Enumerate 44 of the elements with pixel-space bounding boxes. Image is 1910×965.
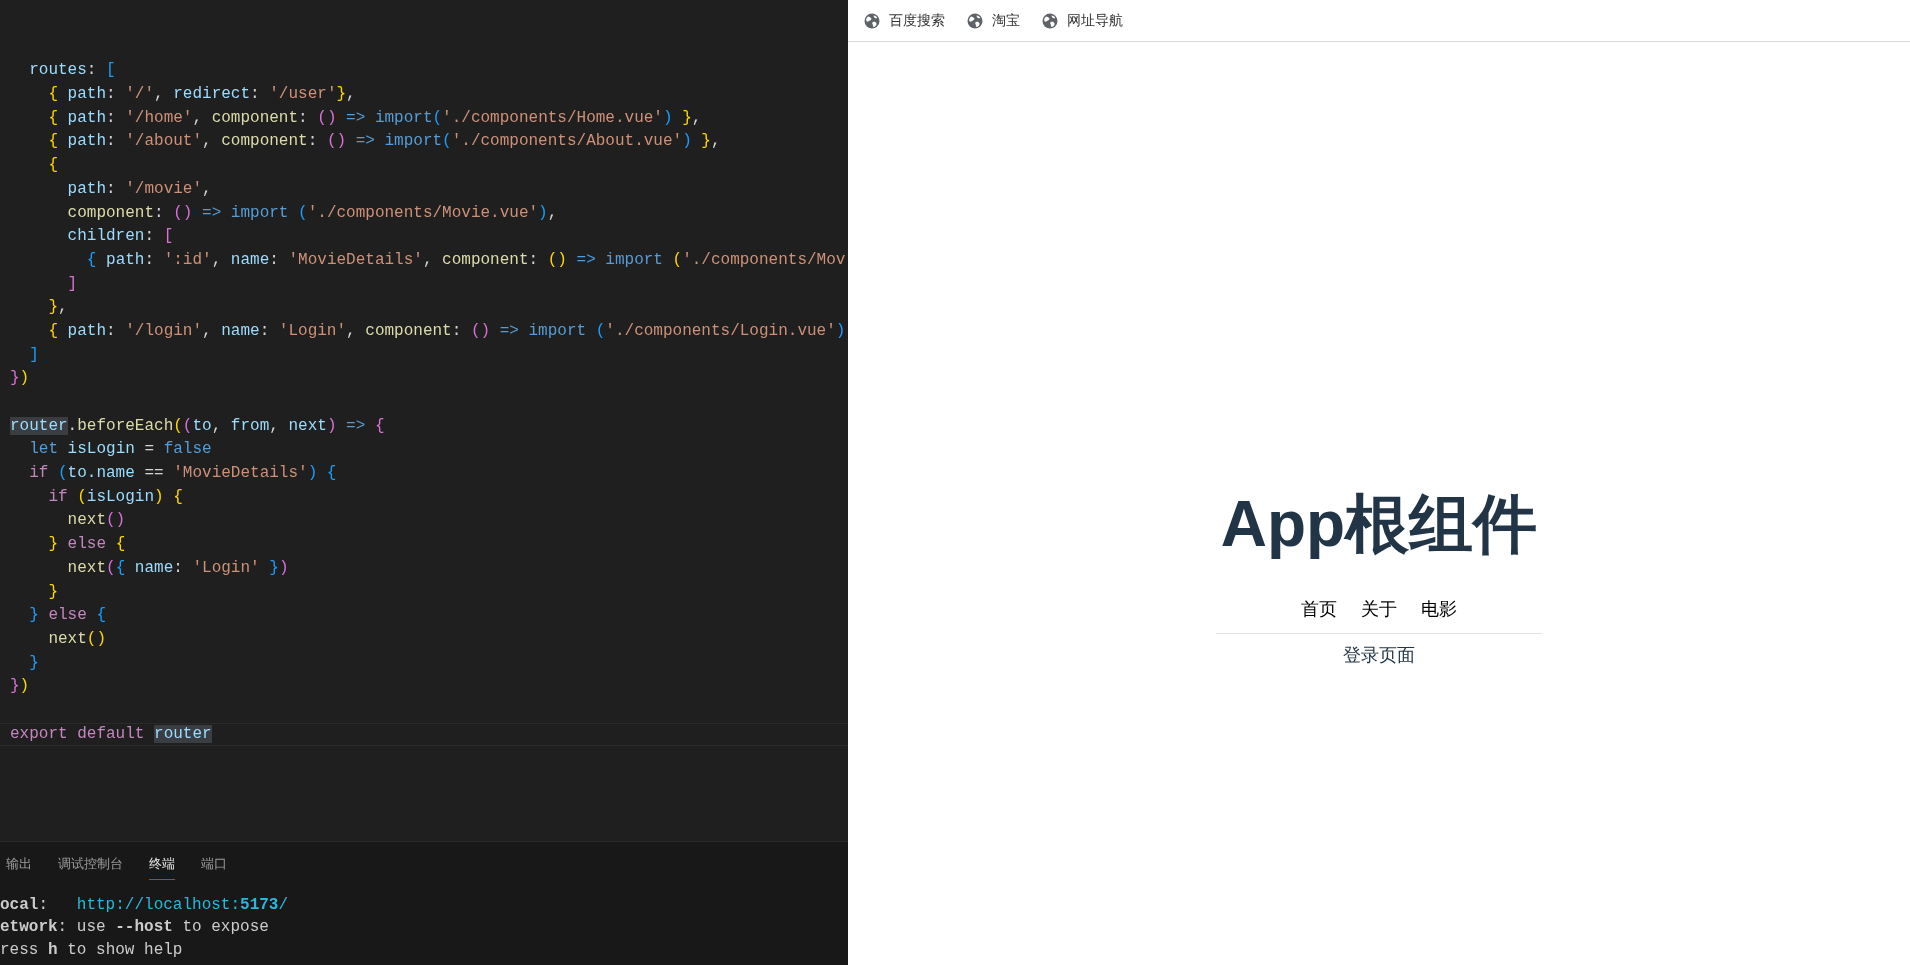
view-text: 登录页面 xyxy=(1343,644,1415,667)
code-line: }) xyxy=(9,368,31,390)
panel-tab[interactable]: 端口 xyxy=(201,852,227,880)
code-line: next() xyxy=(47,628,107,650)
code-line: children: [ xyxy=(66,226,175,248)
code-line: }) xyxy=(9,676,31,698)
code-line: path: '/movie', xyxy=(66,178,213,200)
panel-tab[interactable]: 终端 xyxy=(149,852,175,880)
code-line: if (isLogin) { xyxy=(47,486,184,508)
code-line: let isLogin = false xyxy=(28,439,213,461)
globe-icon xyxy=(1042,12,1058,29)
code-line: { xyxy=(47,155,59,177)
terminal-line: ocal: http://localhost:5173/ xyxy=(0,894,290,916)
code-line: { path: '/login', name: 'Login', component: () => import ('./components/Login.vue') xyxy=(47,320,847,342)
code-line: router.beforeEach((to, from, next) => { xyxy=(9,415,386,437)
code-line: next({ name: 'Login' }) xyxy=(66,557,290,579)
code-line: if (to.name == 'MovieDetails') { xyxy=(28,463,338,485)
terminal-line: etwork: use --host to expose xyxy=(0,917,270,938)
code-line: } else { xyxy=(28,605,108,627)
code-line: } xyxy=(47,581,59,603)
code-line: { path: '/about', component: () => import('./components/About.vue') }, xyxy=(47,131,722,153)
panel-tab[interactable]: 调试控制台 xyxy=(58,852,123,880)
bookmark-link[interactable]: 网址导航 xyxy=(1042,10,1123,31)
code-line: }, xyxy=(47,297,69,319)
terminal-line: ress h to show help xyxy=(0,939,184,961)
code-line: } xyxy=(28,652,40,674)
code-line: export default router xyxy=(0,722,848,747)
code-line: } else { xyxy=(47,534,127,556)
bookmark-link[interactable]: 淘宝 xyxy=(967,10,1020,31)
globe-icon xyxy=(967,12,983,29)
globe-icon xyxy=(864,12,880,29)
bookmark-link[interactable]: 百度搜索 xyxy=(864,10,945,31)
code-line: routes: [ xyxy=(28,60,117,82)
code-line: { path: ':id', name: 'MovieDetails', component: () => import ('./components/Mov xyxy=(85,249,847,271)
code-line: component: () => import ('./components/Movie.vue'), xyxy=(66,202,559,224)
code-line: ] xyxy=(28,344,40,366)
code-line: next() xyxy=(66,510,127,532)
panel-tab[interactable]: 输出 xyxy=(6,852,32,880)
nav-link[interactable]: 关于 xyxy=(1361,596,1397,623)
nav-link[interactable]: 首页 xyxy=(1301,596,1337,623)
code-line: { path: '/', redirect: '/user'}, xyxy=(47,84,357,106)
code-line: ] xyxy=(66,273,79,295)
code-line: { path: '/home', component: () => import('./components/Home.vue') }, xyxy=(47,107,703,129)
nav-link[interactable]: 电影 xyxy=(1421,596,1457,623)
